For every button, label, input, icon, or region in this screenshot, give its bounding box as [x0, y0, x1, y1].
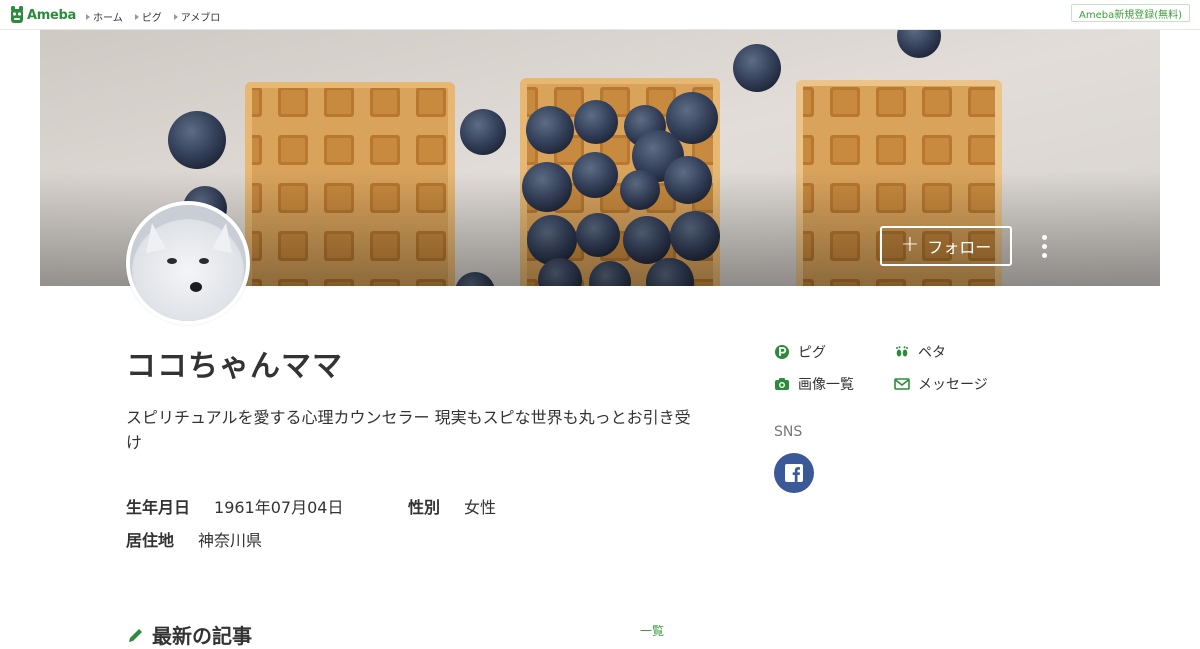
follow-button[interactable]: + フォロー [880, 226, 1012, 266]
birthday-row: 生年月日 1961年07月04日 [126, 494, 343, 518]
residence-value: 神奈川県 [198, 531, 263, 550]
gender-row: 性別 女性 [408, 494, 496, 518]
pencil-icon [129, 628, 142, 642]
caret-right-icon [134, 13, 139, 20]
signup-button[interactable]: Ameba新規登録(無料) [1070, 4, 1190, 22]
nav-item-home[interactable]: ホーム [86, 9, 123, 24]
latest-articles-more-link[interactable]: 一覧 [640, 622, 664, 639]
plus-icon: + [900, 232, 920, 257]
profile-name: ココちゃんママ [126, 349, 343, 384]
nav-item-label: ホーム [93, 13, 123, 24]
ameba-logo[interactable]: Ameba [10, 5, 76, 25]
birthday-label: 生年月日 [126, 498, 191, 517]
side-link-label: メッセージ [918, 377, 988, 393]
camera-icon [775, 378, 789, 390]
dot-icon [1041, 252, 1047, 258]
nav-item-pigg[interactable]: ピグ [134, 9, 162, 24]
follow-label: フォロー [927, 238, 992, 257]
nav-item-ameblo[interactable]: アメブロ [173, 9, 221, 24]
arctic-fox-photo [130, 205, 246, 321]
envelope-icon [894, 378, 910, 390]
dot-icon [1041, 234, 1047, 240]
residence-label: 居住地 [126, 531, 175, 550]
global-header: Ameba ホーム ピグ アメブロ Ameba新規登録(無料) [0, 0, 1200, 30]
sns-heading: SNS [774, 424, 803, 440]
logo-text: Ameba [27, 7, 77, 23]
dot-icon [1041, 243, 1047, 249]
gender-value: 女性 [464, 498, 497, 517]
side-link-images[interactable]: 画像一覧 [774, 374, 854, 394]
side-link-label: ピグ [798, 345, 826, 361]
profile-bio: スピリチュアルを愛する心理カウンセラー 現実もスピな世界も丸っとお引き受け [126, 408, 691, 452]
birthday-value: 1961年07月04日 [214, 498, 344, 517]
side-link-label: 画像一覧 [798, 377, 854, 393]
caret-right-icon [173, 13, 178, 20]
facebook-icon [785, 464, 803, 482]
footprints-icon [896, 346, 908, 357]
nav-item-label: アメブロ [180, 13, 221, 24]
gender-label: 性別 [408, 498, 441, 517]
facebook-button[interactable] [774, 453, 814, 493]
side-link-message[interactable]: メッセージ [894, 374, 988, 394]
profile-avatar[interactable] [126, 201, 250, 325]
caret-right-icon [86, 13, 90, 20]
side-link-label: ペタ [918, 345, 946, 361]
side-link-peta[interactable]: ペタ [894, 342, 946, 362]
nav-item-label: ピグ [141, 13, 162, 24]
latest-articles-title: 最新の記事 [152, 624, 252, 648]
ameba-mascot-icon [11, 6, 23, 23]
side-link-pigg[interactable]: ピグ [774, 342, 826, 362]
more-options-button[interactable] [1032, 230, 1056, 262]
pigg-icon [775, 345, 789, 359]
global-nav: ホーム ピグ アメブロ [86, 9, 232, 24]
latest-articles-heading: 最新の記事 [126, 620, 252, 649]
residence-row: 居住地 神奈川県 [126, 527, 262, 551]
